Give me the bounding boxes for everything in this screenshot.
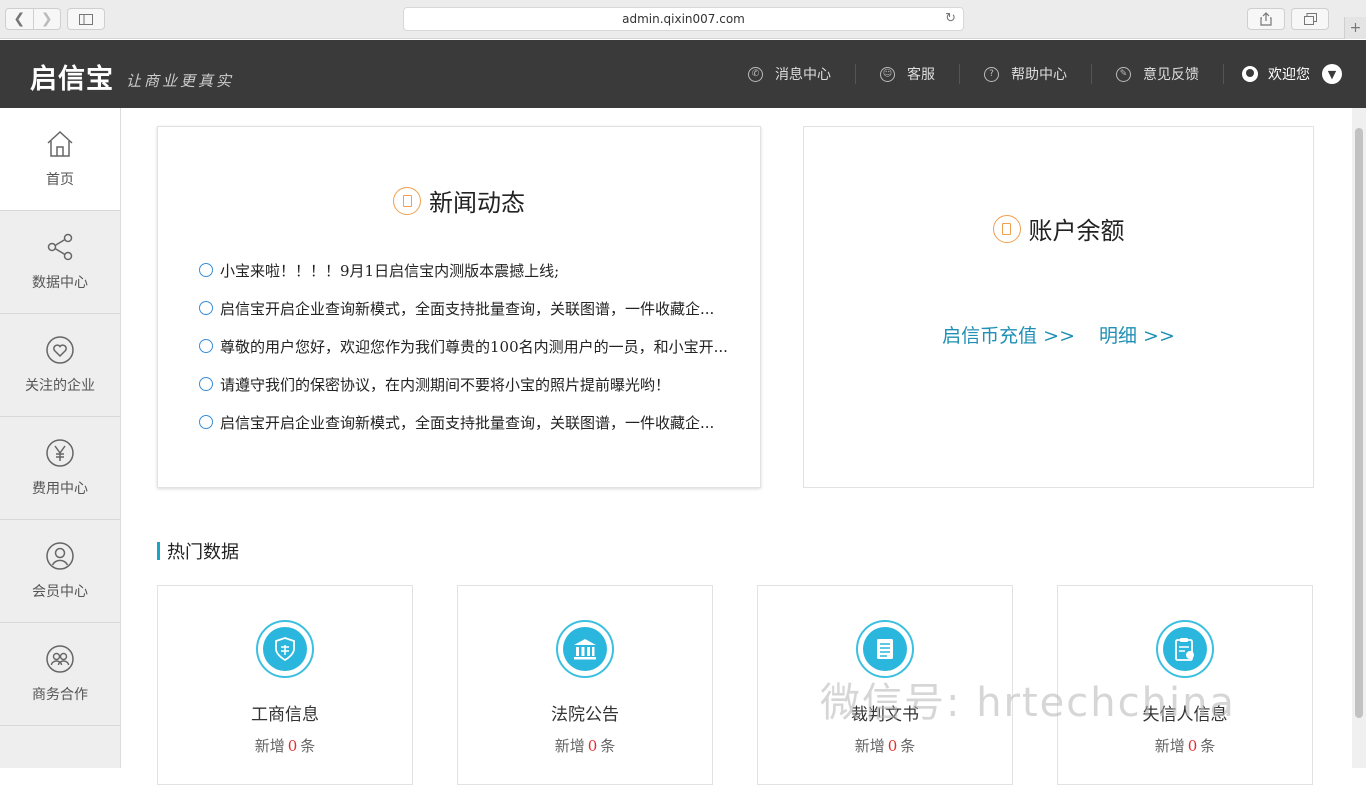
logo[interactable]: 启信宝 让商业更真实 bbox=[30, 57, 234, 96]
sidebar-item-member[interactable]: 会员中心 bbox=[0, 520, 120, 623]
heading-accent bbox=[157, 542, 160, 560]
tabs-button[interactable] bbox=[1291, 8, 1329, 30]
bullet-icon bbox=[199, 415, 213, 429]
document-icon bbox=[992, 214, 1021, 243]
nav-feedback[interactable]: ✎ 意见反馈 bbox=[1092, 64, 1224, 84]
balance-title: 账户余额 bbox=[804, 211, 1313, 246]
sidebar-icon bbox=[79, 13, 93, 25]
new-tab-button[interactable]: + bbox=[1344, 17, 1366, 39]
hot-card-name: 工商信息 bbox=[251, 705, 319, 725]
share-button[interactable] bbox=[1247, 8, 1285, 30]
detail-link[interactable]: 明细 >> bbox=[1099, 321, 1175, 348]
recharge-link[interactable]: 启信币充值 >> bbox=[942, 321, 1075, 348]
feedback-icon: ✎ bbox=[1116, 66, 1131, 82]
list-item[interactable]: 启信宝开启企业查询新模式，全面支持批量查询，关联图谱，一件收藏企... bbox=[199, 403, 728, 441]
nav-customer-service[interactable]: ☺ 客服 bbox=[856, 64, 960, 84]
sidebar-item-home[interactable]: 首页 bbox=[0, 108, 120, 211]
document-icon bbox=[393, 186, 421, 215]
sidebar-item-followed[interactable]: 关注的企业 bbox=[0, 314, 120, 417]
user-icon bbox=[46, 542, 74, 570]
tabs-icon bbox=[1303, 13, 1317, 25]
share-icon bbox=[1260, 12, 1272, 26]
sidebar-item-label: 商务合作 bbox=[32, 687, 88, 703]
back-icon[interactable]: ❮ bbox=[6, 9, 34, 29]
welcome-text: 欢迎您 bbox=[1268, 67, 1310, 83]
nav-help-center[interactable]: ? 帮助中心 bbox=[960, 64, 1092, 84]
heart-icon bbox=[46, 336, 74, 364]
list-item[interactable]: 请遵守我们的保密协议，在内测期间不要将小宝的照片提前曝光哟！ bbox=[199, 365, 728, 403]
bullet-icon bbox=[199, 377, 213, 391]
bullet-icon bbox=[199, 301, 213, 315]
hot-card-count: 新增 0 条 bbox=[554, 737, 616, 755]
home-icon bbox=[47, 130, 73, 157]
news-title: 新闻动态 bbox=[158, 183, 760, 218]
list-item[interactable]: 启信宝开启企业查询新模式，全面支持批量查询，关联图谱，一件收藏企... bbox=[199, 289, 728, 327]
main-content: 新闻动态 小宝来啦！！！！9月1日启信宝内测版本震撼上线; 启信宝开启企业查询新… bbox=[121, 108, 1352, 785]
url-text: admin.qixin007.com bbox=[622, 12, 745, 26]
left-sidebar: 首页 数据中心 关注的企业 费用中心 会员中心 商务合作 bbox=[0, 108, 121, 768]
hot-card-court[interactable]: 法院公告 新增 0 条 bbox=[457, 585, 713, 785]
courthouse-icon bbox=[556, 620, 614, 678]
nav-label: 帮助中心 bbox=[1011, 67, 1067, 83]
share-icon bbox=[47, 233, 73, 261]
sidebar-item-label: 费用中心 bbox=[32, 481, 88, 497]
sidebar-item-label: 首页 bbox=[46, 172, 74, 188]
address-bar[interactable]: admin.qixin007.com ↻ bbox=[403, 7, 964, 31]
message-icon: ✆ bbox=[748, 66, 763, 82]
nav-label: 客服 bbox=[907, 67, 935, 83]
hot-card-business[interactable]: 工商信息 新增 0 条 bbox=[157, 585, 413, 785]
hot-card-count: 新增 0 条 bbox=[254, 737, 316, 755]
user-menu[interactable]: 欢迎您 ▼ bbox=[1224, 64, 1342, 84]
bullet-icon bbox=[199, 263, 213, 277]
hot-card-count: 新增 0 条 bbox=[854, 737, 916, 755]
top-header: 启信宝 让商业更真实 ✆ 消息中心 ☺ 客服 ? 帮助中心 ✎ 意见反馈 欢迎您… bbox=[0, 40, 1366, 108]
balance-card: 账户余额 启信币充值 >> 明细 >> bbox=[803, 126, 1314, 488]
sidebar-toggle-button[interactable] bbox=[67, 8, 105, 30]
hot-data-heading: 热门数据 bbox=[157, 538, 239, 564]
news-card: 新闻动态 小宝来啦！！！！9月1日启信宝内测版本震撼上线; 启信宝开启企业查询新… bbox=[157, 126, 761, 488]
sidebar-item-label: 关注的企业 bbox=[25, 378, 95, 394]
list-item[interactable]: 小宝来啦！！！！9月1日启信宝内测版本震撼上线; bbox=[199, 251, 728, 289]
sidebar-item-billing[interactable]: 费用中心 bbox=[0, 417, 120, 520]
chevron-down-icon[interactable]: ▼ bbox=[1322, 64, 1342, 84]
nav-message-center[interactable]: ✆ 消息中心 bbox=[724, 64, 856, 84]
shield-icon bbox=[256, 620, 314, 678]
slogan: 让商业更真实 bbox=[126, 72, 235, 90]
hot-card-count: 新增 0 条 bbox=[1154, 737, 1216, 755]
partners-icon bbox=[46, 645, 74, 673]
news-title-text: 新闻动态 bbox=[429, 189, 525, 217]
header-nav: ✆ 消息中心 ☺ 客服 ? 帮助中心 ✎ 意见反馈 欢迎您 ▼ bbox=[724, 40, 1342, 108]
balance-links: 启信币充值 >> 明细 >> bbox=[804, 321, 1313, 348]
sidebar-item-label: 数据中心 bbox=[32, 275, 88, 291]
hot-card-name: 法院公告 bbox=[551, 705, 619, 725]
yen-icon bbox=[46, 439, 74, 467]
news-list: 小宝来啦！！！！9月1日启信宝内测版本震撼上线; 启信宝开启企业查询新模式，全面… bbox=[199, 251, 728, 441]
forward-icon[interactable]: ❯ bbox=[34, 9, 61, 29]
bullet-icon bbox=[199, 339, 213, 353]
scrollbar-thumb[interactable] bbox=[1355, 128, 1363, 718]
user-icon bbox=[1242, 66, 1258, 82]
sidebar-item-data-center[interactable]: 数据中心 bbox=[0, 211, 120, 314]
smile-icon: ☺ bbox=[880, 66, 895, 82]
browser-toolbar: ❮ ❯ admin.qixin007.com ↻ + bbox=[0, 0, 1366, 39]
sidebar-item-label: 会员中心 bbox=[32, 584, 88, 600]
list-item[interactable]: 尊敬的用户您好，欢迎您作为我们尊贵的100名内测用户的一员，和小宝开... bbox=[199, 327, 728, 365]
history-buttons: ❮ ❯ bbox=[5, 8, 61, 30]
help-icon: ? bbox=[984, 66, 999, 82]
nav-label: 意见反馈 bbox=[1143, 67, 1199, 83]
sidebar-item-business[interactable]: 商务合作 bbox=[0, 623, 120, 726]
hot-data-title: 热门数据 bbox=[167, 542, 239, 563]
reload-icon[interactable]: ↻ bbox=[945, 11, 956, 26]
vertical-scrollbar[interactable] bbox=[1352, 108, 1366, 768]
nav-label: 消息中心 bbox=[775, 67, 831, 83]
watermark: 微信号: hrtechchina bbox=[820, 680, 1236, 726]
logo-text: 启信宝 bbox=[30, 64, 114, 94]
balance-title-text: 账户余额 bbox=[1028, 217, 1125, 245]
